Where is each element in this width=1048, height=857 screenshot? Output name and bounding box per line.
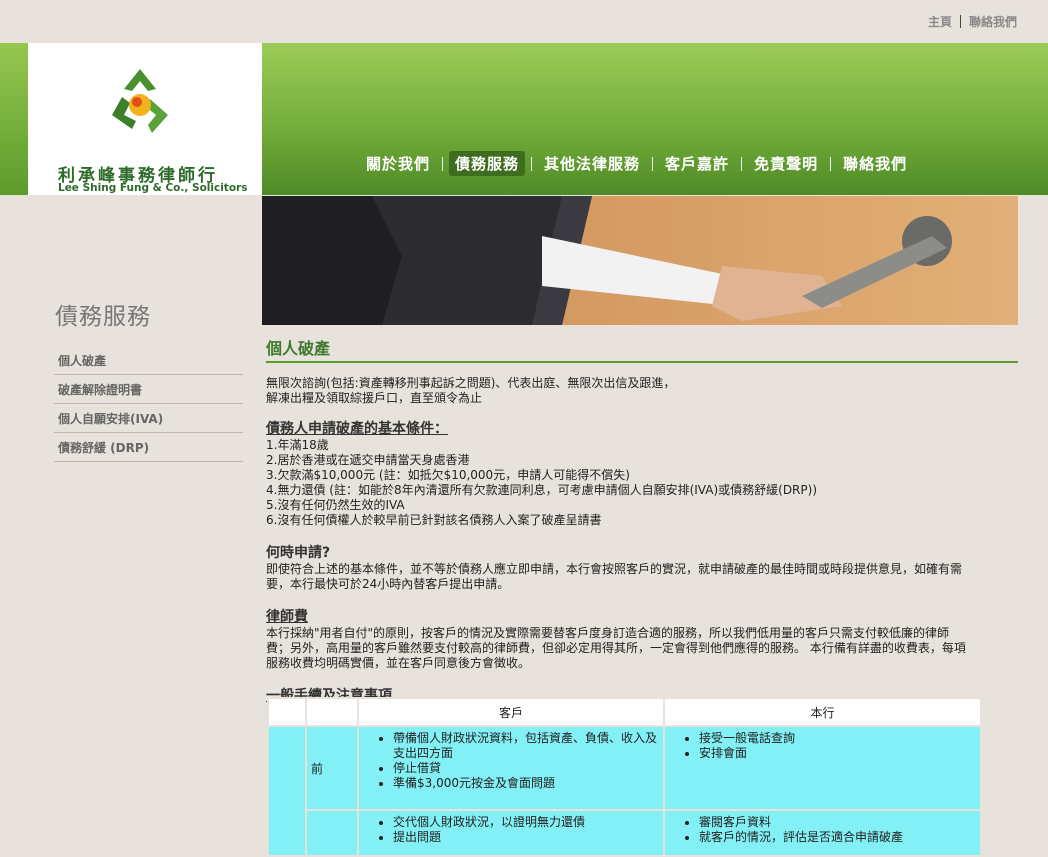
condition-item: 1.年滿18歲 — [266, 438, 329, 452]
nav-divider — [442, 156, 444, 171]
sidebar-item-drp[interactable]: 債務舒緩 (DRP) — [54, 433, 243, 462]
home-link[interactable]: 主頁 — [928, 15, 952, 29]
table-stage-cell — [305, 809, 359, 857]
intro-line-1: 無限次諮詢(包括:資產轉移刑事起訴之問題)、代表出庭、無限次出信及跟進， — [266, 376, 676, 390]
table-header-stage — [305, 697, 359, 727]
table-row: 交代個人財政狀況，以證明無力還債 提出問題 審閱客戶資料 就客戶的情況，評估是否… — [268, 809, 982, 857]
condition-item: 6.沒有任何債權人於較早前已針對該名債務人入案了破產呈請書 — [266, 513, 602, 527]
nav-contact[interactable]: 聯絡我們 — [837, 151, 913, 176]
sidebar-item-discharge-certificate[interactable]: 破產解除證明書 — [54, 375, 243, 404]
table-header-firm: 本行 — [663, 697, 982, 727]
table-firm-cell: 審閱客戶資料 就客戶的情況，評估是否適合申請破產 — [663, 809, 982, 857]
when-heading: 何時申請? — [266, 545, 331, 561]
banner-image — [262, 196, 1018, 325]
list-item: 交代個人財政狀況，以證明無力還債 — [393, 815, 659, 830]
sidebar-item-bankruptcy[interactable]: 個人破產 — [54, 346, 243, 375]
list-item: 接受一般電話查詢 — [699, 731, 976, 746]
list-item: 就客戶的情況，評估是否適合申請破產 — [699, 830, 976, 845]
contact-link[interactable]: 聯絡我們 — [969, 15, 1017, 29]
logo-english-name: Lee Shing Fung & Co., Solicitors — [58, 182, 248, 194]
list-item: 提出問題 — [393, 830, 659, 845]
intro-line-2: 解凍出糧及領取綜援戶口，直至頒令為止 — [266, 391, 483, 405]
conditions-heading: 債務人申請破產的基本條件： — [266, 421, 448, 437]
list-item: 審閱客戶資料 — [699, 815, 976, 830]
list-item: 停止借貸 — [393, 761, 659, 776]
fee-heading: 律師費 — [266, 609, 308, 625]
sidebar-title: 債務服務 — [55, 304, 151, 330]
top-links: 主頁 聯絡我們 — [928, 13, 1017, 30]
main-nav: 關於我們 債務服務 其他法律服務 客戶嘉許 免責聲明 聯絡我們 — [360, 151, 913, 176]
table-client-cell: 帶備個人財政狀況資料，包括資產、負債、收入及支出四方面 停止借貸 準備$3,00… — [357, 725, 665, 811]
nav-disclaimer[interactable]: 免責聲明 — [748, 151, 824, 176]
nav-testimonials[interactable]: 客戶嘉許 — [659, 151, 735, 176]
list-item: 安排會面 — [699, 746, 976, 761]
header-band-left — [0, 43, 28, 195]
nav-other-legal[interactable]: 其他法律服務 — [538, 151, 646, 176]
fee-text: 本行採納"用者自付"的原則，按客戶的情況及實際需要替客戶度身訂造合適的服務，所以… — [266, 626, 966, 670]
procedure-table: 客戶 本行 前 帶備個人財政狀況資料，包括資產、負債、收入及支出四方面 停止借貸… — [267, 697, 982, 857]
door-handshake-illustration — [262, 196, 1018, 325]
table-client-cell: 交代個人財政狀況，以證明無力還債 提出問題 — [357, 809, 665, 857]
table-group-cell — [267, 725, 307, 857]
logo[interactable]: 利承峰事務律師行 Lee Shing Fung & Co., Solicitor… — [28, 43, 262, 195]
table-header-client: 客戶 — [357, 697, 665, 727]
nav-divider — [830, 156, 832, 171]
table-stage-cell: 前 — [305, 725, 359, 811]
top-links-divider — [959, 15, 961, 28]
when-text: 即使符合上述的基本條件，並不等於債務人應立即申請，本行會按照客戶的實況，就申請破… — [266, 562, 963, 591]
nav-about[interactable]: 關於我們 — [360, 151, 436, 176]
condition-item: 3.欠款滿$10,000元 (註：如抵欠$10,000元，申請人可能得不償失) — [266, 468, 630, 482]
nav-divider — [652, 156, 654, 171]
condition-item: 2.居於香港或在遞交申請當天身處香港 — [266, 453, 470, 467]
table-row: 前 帶備個人財政狀況資料，包括資產、負債、收入及支出四方面 停止借貸 準備$3,… — [267, 725, 982, 857]
table-firm-cell: 接受一般電話查詢 安排會面 — [663, 725, 982, 811]
sidebar-menu: 個人破產 破產解除證明書 個人自願安排(IVA) 債務舒緩 (DRP) — [54, 346, 243, 462]
condition-item: 4.無力還債 (註：如能於8年內清還所有欠款連同利息，可考慮申請個人自願安排(I… — [266, 483, 817, 497]
sidebar-item-iva[interactable]: 個人自願安排(IVA) — [54, 404, 243, 433]
list-item: 準備$3,000元按金及會面問題 — [393, 776, 659, 791]
nav-divider — [531, 156, 533, 171]
page-title: 個人破產 — [266, 335, 1018, 363]
nav-debt-services[interactable]: 債務服務 — [449, 151, 526, 176]
recycle-logo-icon — [112, 69, 168, 133]
list-item: 帶備個人財政狀況資料，包括資產、負債、收入及支出四方面 — [393, 731, 659, 761]
main-content: 個人破產 無限次諮詢(包括:資產轉移刑事起訴之問題)、代表出庭、無限次出信及跟進… — [266, 335, 1018, 705]
nav-divider — [741, 156, 743, 171]
table-header-row: 客戶 本行 — [267, 697, 982, 727]
table-header-empty — [267, 697, 307, 727]
condition-item: 5.沒有任何仍然生效的IVA — [266, 498, 405, 512]
